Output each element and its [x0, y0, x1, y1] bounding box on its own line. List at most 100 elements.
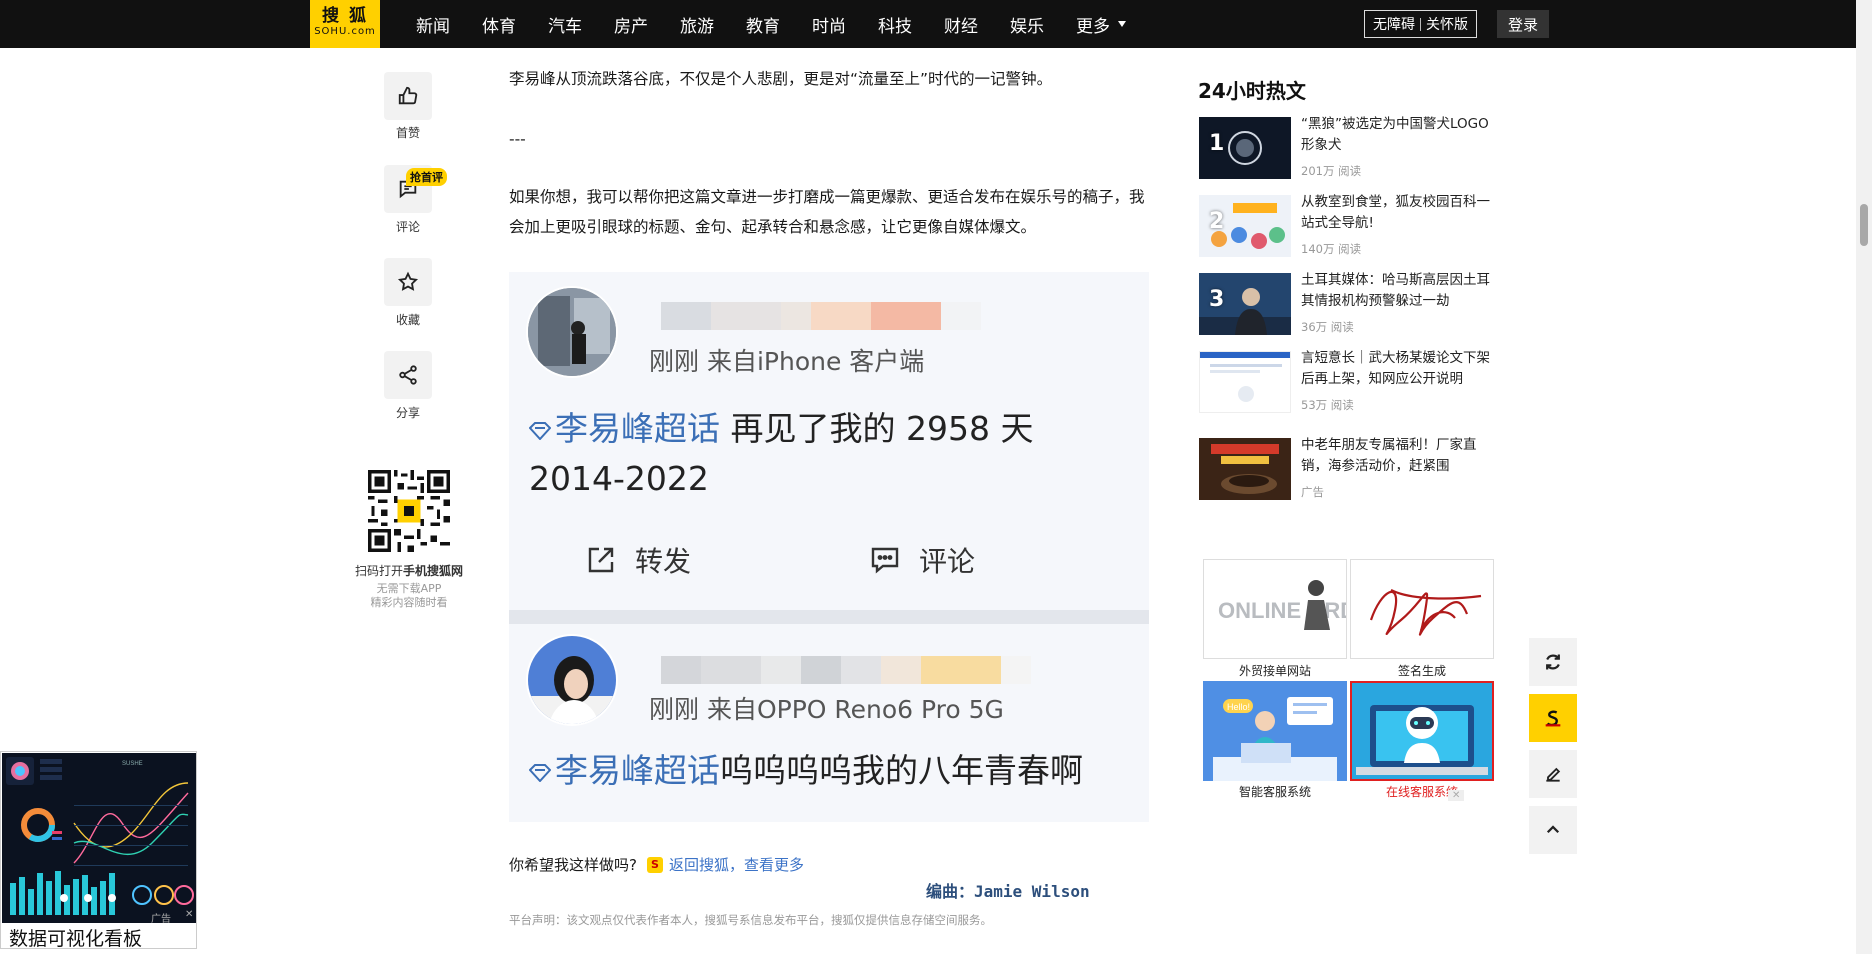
- repost-action: 转发: [585, 540, 691, 580]
- share-button[interactable]: [384, 351, 432, 399]
- tool-label[interactable]: 外贸接单网站: [1203, 662, 1347, 679]
- weibo-post-2: 刚刚 来自OPPO Reno6 Pro 5G 李易峰超话呜呜呜呜我的八年青春啊: [509, 624, 1149, 822]
- hot-list-item[interactable]: 3 土耳其媒体：哈马斯高层因土耳其情报机构预警躲过一劫 36万 阅读: [1199, 272, 1499, 335]
- blurred-username: [661, 656, 1031, 684]
- qr-code: [368, 470, 450, 552]
- caret-down-icon: [1118, 21, 1126, 27]
- floating-ad[interactable]: SUSHE 广告 ✕ 数据可视化看板: [0, 751, 197, 950]
- favorite-label: 收藏: [395, 313, 420, 327]
- avatar: [526, 286, 618, 378]
- nav-item-entertainment[interactable]: 娱乐: [1010, 12, 1044, 37]
- refresh-button[interactable]: [1529, 638, 1577, 686]
- ad-mark: 广告: [151, 914, 171, 925]
- post-meta: 刚刚 来自OPPO Reno6 Pro 5G: [649, 695, 1004, 724]
- post-meta: 刚刚 来自iPhone 客户端: [649, 347, 925, 376]
- hot-item-title: 中老年朋友专属福利！厂家直销，海参活动价，赶紧围: [1301, 437, 1477, 474]
- post-text-line: 呜呜呜呜我的八年青春啊: [720, 751, 1083, 790]
- article-image-weibo-screenshot: 刚刚 来自iPhone 客户端 李易峰超话 再见了我的 2958 天 2014-…: [509, 272, 1149, 822]
- nav-item-finance[interactable]: 财经: [944, 12, 978, 37]
- hot-item-meta: 36万 阅读: [1301, 320, 1354, 334]
- ask-text: 你希望我这样做吗?: [509, 856, 637, 874]
- scrollbar-thumb[interactable]: [1860, 204, 1868, 246]
- dashboard-title: SUSHE: [122, 761, 143, 767]
- super-topic-diamond-icon: [529, 421, 551, 440]
- tool-card-order-site[interactable]: ONLINE ORDER: [1203, 559, 1347, 659]
- post-divider: [509, 610, 1149, 624]
- nav-item-news[interactable]: 新闻: [416, 12, 450, 37]
- post-text-line: 再见了我的 2958 天: [720, 409, 1034, 448]
- hot-list-item[interactable]: 2 从教室到食堂，狐友校园百科一站式全导航! 140万 阅读: [1199, 194, 1499, 257]
- super-topic-tag: 李易峰超话: [555, 751, 720, 790]
- ad-label: 广告: [1301, 485, 1324, 499]
- edit-pencil-icon: [1546, 767, 1561, 782]
- refresh-icon: [1546, 654, 1560, 670]
- share-icon: [399, 365, 417, 385]
- tool-card-signature[interactable]: [1350, 559, 1494, 659]
- hot-item-title: 土耳其媒体：哈马斯高层因土耳其情报机构预警躲过一劫: [1301, 272, 1490, 309]
- back-to-top-button[interactable]: [1529, 806, 1577, 854]
- qr-title: 扫码打开手机搜狐网: [344, 562, 474, 579]
- editor-credit: 编曲：Jamie Wilson: [926, 882, 1090, 901]
- nav-item-sports[interactable]: 体育: [482, 12, 516, 37]
- hot-list-item[interactable]: 言短意长｜武大杨某媛论文下架后再上架，知网应公开说明 53万 阅读: [1199, 350, 1499, 413]
- hot-item-title: “黑狼”被选定为中国警犬LOGO形象犬: [1301, 116, 1489, 153]
- hot-list-item-ad[interactable]: 中老年朋友专属福利！厂家直销，海参活动价，赶紧围 广告: [1199, 437, 1499, 500]
- login-button[interactable]: 登录: [1497, 10, 1549, 38]
- weibo-post-1: 刚刚 来自iPhone 客户端 李易峰超话 再见了我的 2958 天 2014-…: [509, 272, 1149, 610]
- dashboard-preview-image: SUSHE: [2, 753, 196, 923]
- tool-label-highlighted[interactable]: 在线客服系统: [1350, 783, 1494, 800]
- favorite-button[interactable]: [384, 258, 432, 306]
- hot-thumbnail: 2: [1199, 195, 1291, 257]
- star-icon: [397, 271, 419, 291]
- hot-thumbnail: 3: [1199, 273, 1291, 335]
- article-separator: ---: [509, 130, 526, 148]
- repost-label: 转发: [635, 545, 692, 578]
- page-scrollbar[interactable]: [1856, 0, 1872, 954]
- platform-disclaimer: 平台声明：该文观点仅代表作者本人，搜狐号系信息发布平台，搜狐仅提供信息存储空间服…: [509, 913, 992, 927]
- ad-close-icon[interactable]: ✕: [1448, 790, 1465, 801]
- hot-list-item[interactable]: 1 “黑狼”被选定为中国警犬LOGO形象犬 201万 阅读: [1199, 116, 1499, 179]
- hot-item-title: 从教室到食堂，狐友校园百科一站式全导航!: [1301, 194, 1490, 231]
- nav-item-tech[interactable]: 科技: [878, 12, 912, 37]
- tool-label[interactable]: 签名生成: [1350, 662, 1494, 679]
- tool-label[interactable]: 智能客服系统: [1203, 783, 1347, 800]
- sohu-logo[interactable]: 搜狐 SOHU.com: [310, 0, 380, 48]
- article-paragraph: 如果你想，我可以帮你把这篇文章进一步打磨成一篇更爆款、更适合发布在娱乐号的稿子，…: [509, 188, 1145, 236]
- blurred-username: [661, 302, 981, 330]
- qr-subtitle-2: 精彩内容随时看: [370, 596, 448, 609]
- nav-item-fashion[interactable]: 时尚: [812, 12, 846, 37]
- nav-item-house[interactable]: 房产: [614, 12, 648, 37]
- nav-more-dropdown[interactable]: 更多: [1076, 12, 1126, 37]
- nav-item-education[interactable]: 教育: [746, 12, 780, 37]
- feedback-button[interactable]: [1529, 750, 1577, 798]
- signature-illustration: [1351, 560, 1493, 658]
- comment-bubble-icon: [871, 547, 899, 574]
- sohu-app-button[interactable]: [1529, 694, 1577, 742]
- post-text: 李易峰超话呜呜呜呜我的八年青春啊: [529, 746, 1083, 796]
- close-icon[interactable]: ✕: [185, 909, 193, 920]
- qr-title-prefix: 扫码打开: [354, 564, 403, 578]
- hot-item-meta: 140万 阅读: [1301, 242, 1362, 256]
- back-to-sohu-link[interactable]: 返回搜狐，查看更多: [669, 854, 804, 875]
- avatar: [526, 634, 618, 726]
- hot-rank: 1: [1209, 131, 1225, 156]
- tool-card-online-service[interactable]: [1350, 681, 1494, 781]
- like-button[interactable]: [384, 72, 432, 120]
- accessibility-toggle[interactable]: 无障碍 关怀版: [1364, 10, 1477, 38]
- hot-thumbnail: [1199, 438, 1291, 500]
- nav-item-travel[interactable]: 旅游: [680, 12, 714, 37]
- nav-item-auto[interactable]: 汽车: [548, 12, 582, 37]
- tool-card-smart-service[interactable]: Hello!: [1203, 681, 1347, 781]
- hot-list-title: 24小时热文: [1198, 79, 1306, 103]
- article-paragraph: 李易峰从顶流跌落谷底，不仅是个人悲剧，更是对“流量至上”时代的一记警钟。: [509, 70, 1053, 88]
- divider: [1420, 17, 1421, 31]
- main-nav: 新闻 体育 汽车 房产 旅游 教育 时尚 科技 财经 娱乐 更多: [416, 0, 1158, 48]
- super-topic-diamond-icon: [529, 763, 551, 782]
- logo-text: 搜狐: [322, 6, 376, 26]
- logo-domain: SOHU.com: [314, 26, 376, 37]
- hot-thumbnail: [1199, 351, 1291, 413]
- post-text-line-2: 2014-2022: [529, 459, 709, 498]
- hot-item-meta: 201万 阅读: [1301, 164, 1362, 178]
- comment-label: 评论: [395, 220, 420, 234]
- tool-card-bubble-text: Hello!: [1227, 702, 1250, 712]
